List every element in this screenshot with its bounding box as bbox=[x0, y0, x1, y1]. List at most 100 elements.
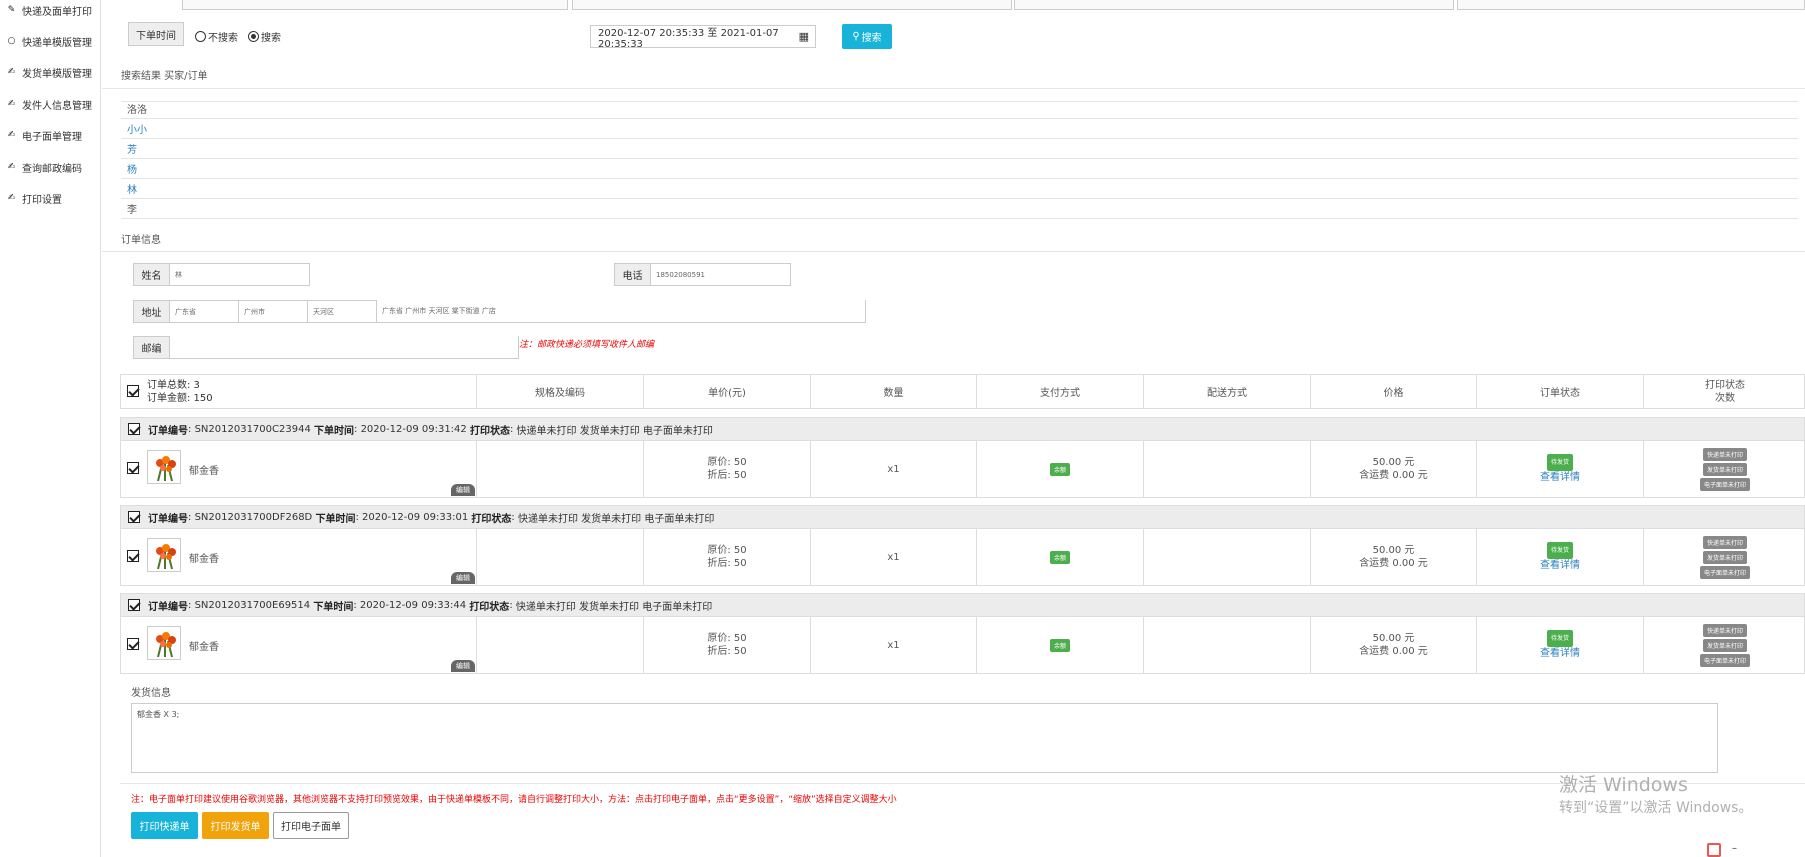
order-time: 2020-12-09 09:33:01 bbox=[362, 511, 469, 523]
buyer-item[interactable]: 洛洛 bbox=[121, 99, 1798, 119]
sidebar-item-print-settings[interactable]: ✍ 打印设置 bbox=[6, 190, 62, 206]
phone-input[interactable]: 18502080591 bbox=[650, 263, 791, 286]
edit-button[interactable]: 编辑 bbox=[451, 660, 475, 672]
shipping-fee: 含运费 0.00 元 bbox=[1359, 470, 1428, 481]
sidebar-item-label: 发货单模版管理 bbox=[22, 68, 92, 80]
sidebar-item-label: 快递单模版管理 bbox=[22, 37, 92, 49]
name-label: 姓名 bbox=[133, 263, 170, 286]
product-cell: 编辑 bbox=[121, 617, 476, 673]
activation-watermark-subtitle: 转到“设置”以激活 Windows。 bbox=[1559, 800, 1753, 816]
buyer-item[interactable]: 芳 bbox=[121, 139, 1798, 159]
calendar-icon[interactable]: ▦ bbox=[799, 30, 809, 43]
payment-cell: 余额 bbox=[976, 617, 1143, 673]
shipping-fee: 含运费 0.00 元 bbox=[1359, 646, 1428, 657]
date-range-value: 2020-12-07 20:35:33 至 2021-01-07 20:35:3… bbox=[598, 27, 779, 50]
filter-field[interactable] bbox=[572, 0, 1012, 10]
sidebar-item-express-print[interactable]: ✎ 快递及面单打印 bbox=[6, 2, 92, 18]
order-print-label: 打印状态 bbox=[471, 513, 512, 525]
discount-price: 折后: 50 bbox=[707, 558, 747, 569]
delivery-cell bbox=[1143, 441, 1310, 497]
sidebar-item-zipcode[interactable]: ✍ 查询邮政编码 bbox=[6, 159, 82, 175]
edit-icon: ✍ bbox=[7, 162, 16, 172]
status-badge: 待发货 bbox=[1546, 454, 1573, 471]
sidebar-item-express-template[interactable]: ○ 快递单模版管理 bbox=[6, 33, 92, 49]
col-print-count-label: 次数 bbox=[1715, 392, 1735, 404]
address-detail-input[interactable]: 广东省 广州市 天河区 棠下街道 广店 bbox=[376, 300, 866, 323]
payment-badge: 余额 bbox=[1049, 550, 1070, 564]
spec-cell bbox=[476, 529, 643, 585]
buyer-item[interactable]: 李 bbox=[121, 199, 1798, 219]
print-status-cell: 快递单未打印 发货单未打印 电子面单未打印 bbox=[1643, 441, 1805, 497]
radio-no-search[interactable]: 不搜索 bbox=[195, 29, 238, 44]
print-tag: 发货单未打印 bbox=[1702, 638, 1747, 652]
buyer-item[interactable]: 小小 bbox=[121, 119, 1798, 139]
search-button[interactable]: ⚲ 搜索 bbox=[842, 24, 892, 49]
filter-field[interactable] bbox=[1457, 0, 1805, 10]
status-cell: 待发货 查看详情 bbox=[1476, 617, 1643, 673]
total-amount: 订单金额: 150 bbox=[147, 393, 213, 404]
date-range-input[interactable]: 2020-12-07 20:35:33 至 2021-01-07 20:35:3… bbox=[590, 25, 816, 50]
col-unit-price: 单价(元) bbox=[643, 375, 810, 408]
zip-label: 邮编 bbox=[133, 336, 170, 359]
sidebar-item-label: 电子面单管理 bbox=[22, 131, 82, 143]
view-details-link[interactable]: 查看详情 bbox=[1540, 647, 1580, 660]
sidebar-item-delivery-template[interactable]: ✍ 发货单模版管理 bbox=[6, 64, 92, 80]
order-checkbox[interactable] bbox=[128, 511, 140, 523]
order-checkbox[interactable] bbox=[128, 599, 140, 611]
tray-minus-icon[interactable]: – bbox=[1732, 843, 1737, 854]
filter-field[interactable] bbox=[182, 0, 568, 10]
product-cell: 编辑 bbox=[121, 529, 476, 585]
province-select[interactable]: 广东省 bbox=[169, 300, 239, 323]
delivery-cell bbox=[1143, 617, 1310, 673]
print-express-button[interactable]: 打印快递单 bbox=[131, 812, 198, 839]
select-all-checkbox[interactable] bbox=[127, 385, 139, 400]
spec-cell bbox=[476, 441, 643, 497]
view-details-link[interactable]: 查看详情 bbox=[1540, 471, 1580, 484]
pencil-icon: ✎ bbox=[7, 5, 16, 15]
price-cell: 50.00 元 含运费 0.00 元 bbox=[1310, 617, 1476, 673]
zip-input[interactable] bbox=[169, 336, 519, 359]
original-price: 原价: 50 bbox=[707, 633, 747, 644]
buyer-item[interactable]: 林 bbox=[121, 179, 1798, 199]
orders-table-header: 订单总数: 3 订单金额: 150 规格及编码 单价(元) 数量 支付方式 配送… bbox=[120, 374, 1805, 409]
order-header: 订单编号: SN2012031700DF268D 下单时间: 2020-12-0… bbox=[120, 505, 1805, 529]
print-tag: 电子面单未打印 bbox=[1699, 565, 1750, 579]
radio-no-search-label: 不搜索 bbox=[208, 33, 238, 44]
order-no: SN2012031700C23944 bbox=[194, 423, 311, 435]
sidebar-item-eorder[interactable]: ✍ 电子面单管理 bbox=[6, 127, 82, 143]
qty-cell: x1 bbox=[810, 529, 976, 585]
shipping-info-textarea[interactable]: 郁金香 X 3; bbox=[131, 703, 1718, 773]
order-body: 郁金香 编辑 原价: 50 折后: 50 x1 余额 50.00 元 含运费 0… bbox=[120, 529, 1805, 586]
radio-search-label: 搜索 bbox=[261, 33, 281, 44]
sidebar-item-sender-info[interactable]: ✍ 发件人信息管理 bbox=[6, 96, 92, 112]
print-delivery-button[interactable]: 打印发货单 bbox=[202, 812, 269, 839]
col-print-status: 打印状态 次数 bbox=[1643, 375, 1805, 408]
status-badge: 待发货 bbox=[1546, 630, 1573, 647]
print-tag: 快递单未打印 bbox=[1702, 447, 1747, 461]
order-print-status: 快递单未打印 发货单未打印 电子面单未打印 bbox=[515, 601, 713, 613]
order-time-label: 下单时间 bbox=[314, 425, 354, 437]
print-eorder-button[interactable]: 打印电子面单 bbox=[273, 812, 349, 839]
name-input[interactable]: 林 bbox=[169, 263, 310, 286]
view-details-link[interactable]: 查看详情 bbox=[1540, 559, 1580, 572]
city-select[interactable]: 广州市 bbox=[238, 300, 308, 323]
edit-button[interactable]: 编辑 bbox=[451, 484, 475, 496]
print-tag: 电子面单未打印 bbox=[1699, 477, 1750, 491]
buyer-item[interactable]: 杨 bbox=[121, 159, 1798, 179]
order-row: 订单编号: SN2012031700C23944 下单时间: 2020-12-0… bbox=[120, 417, 1805, 503]
shipping-info-title: 发货信息 bbox=[131, 688, 171, 699]
results-title: 搜索结果 买家/订单 bbox=[121, 71, 208, 82]
print-note: 注：电子面单打印建议使用谷歌浏览器，其他浏览器不支持打印预览效果，由于快递单模板… bbox=[131, 795, 897, 805]
discount-price: 折后: 50 bbox=[707, 470, 747, 481]
order-header: 订单编号: SN2012031700E69514 下单时间: 2020-12-0… bbox=[120, 593, 1805, 617]
tray-icon[interactable] bbox=[1707, 843, 1721, 857]
radio-search[interactable]: 搜索 bbox=[248, 29, 281, 44]
district-select[interactable]: 天河区 bbox=[307, 300, 377, 323]
filter-field[interactable] bbox=[1014, 0, 1454, 10]
qty-cell: x1 bbox=[810, 617, 976, 673]
circle-icon: ○ bbox=[7, 36, 16, 46]
main-content: 下单时间 不搜索 搜索 2020-12-07 20:35:33 至 2021-0… bbox=[102, 0, 1805, 857]
edit-button[interactable]: 编辑 bbox=[451, 572, 475, 584]
discount-price: 折后: 50 bbox=[707, 646, 747, 657]
order-checkbox[interactable] bbox=[128, 423, 140, 435]
